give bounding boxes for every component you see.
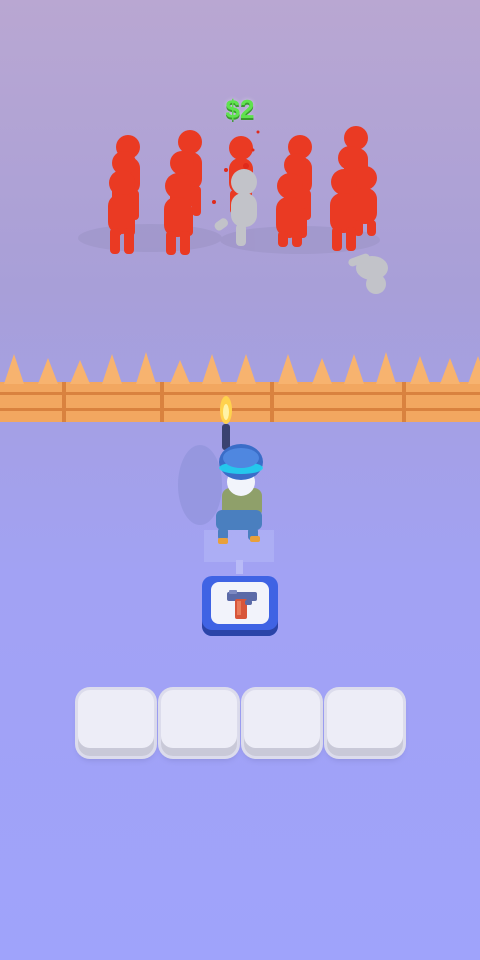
weapon-card-face (211, 582, 269, 624)
player-character (216, 424, 263, 544)
inventory-slot[interactable] (161, 690, 237, 756)
muzzle-flash (220, 396, 232, 424)
pistol-icon (227, 590, 257, 619)
game-scene[interactable]: $2 (0, 0, 480, 960)
enemy-figure (276, 173, 303, 247)
enemy-figure (353, 166, 377, 236)
inventory-slot[interactable] (78, 690, 154, 756)
inventory-slot[interactable] (244, 690, 320, 756)
knocked-down-enemy (348, 253, 388, 294)
game-world (0, 126, 480, 574)
weapon-card[interactable] (202, 576, 278, 636)
money-counter: $2 (225, 94, 255, 124)
wooden-fence (0, 352, 480, 422)
inventory-slot[interactable] (327, 690, 403, 756)
